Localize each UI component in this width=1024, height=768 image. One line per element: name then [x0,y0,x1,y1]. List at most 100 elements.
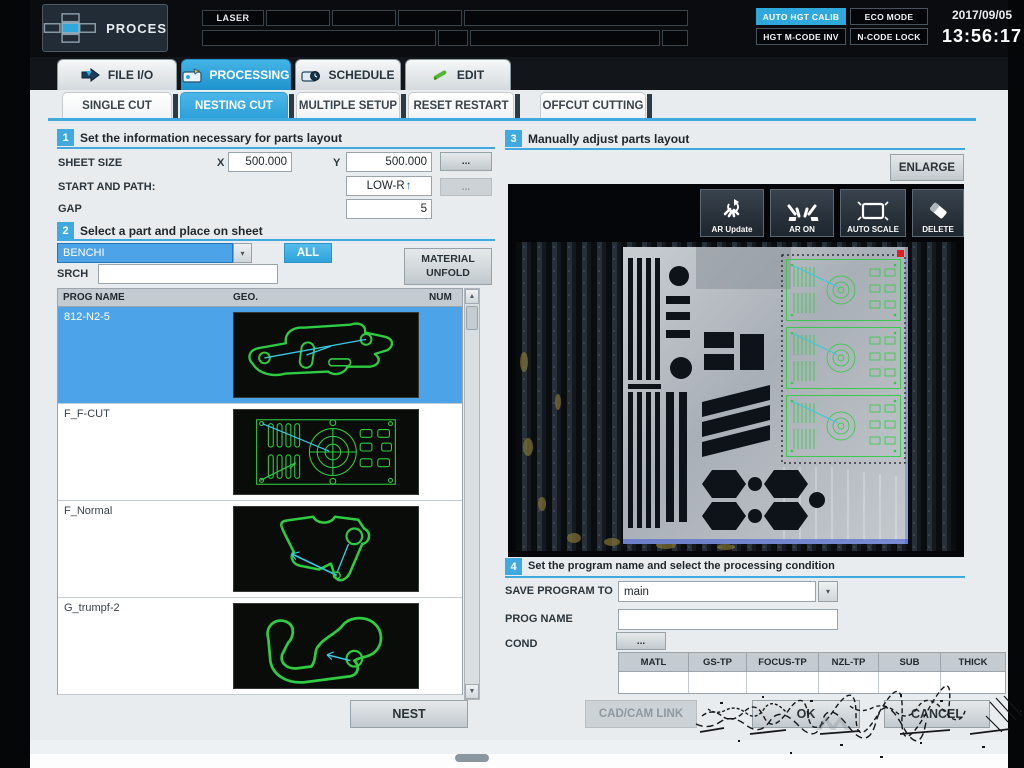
save-program-combobox[interactable]: main [618,581,816,602]
part-num [424,404,462,500]
table-row[interactable]: F_Normal [58,501,462,598]
prog-name-input[interactable] [618,609,838,630]
app-logo: PROCES [42,4,168,52]
geo-cell [228,307,424,403]
status-cell [662,30,688,46]
bottom-handle [455,754,489,762]
part-num [424,598,462,694]
status-cell [202,30,436,46]
delete-button[interactable]: DELETE [912,189,964,237]
status-cell [332,10,396,26]
subtab-multiple-setup[interactable]: MULTIPLE SETUP [296,92,400,119]
table-row[interactable]: G_trumpf-2 [58,598,462,695]
section2-underline [57,239,495,241]
tab-file-io[interactable]: FILE I/O [57,59,177,90]
part-name: F_F-CUT [58,404,228,500]
sheet-size-browse-button[interactable]: ... [440,152,492,171]
ar-update-icon [717,198,747,224]
status-cell [438,30,468,46]
tab-schedule[interactable]: SCHEDULE [295,59,401,90]
start-path-value-box[interactable]: LOW-R ↑ [346,176,432,196]
ar-update-button[interactable]: AR Update [700,189,764,237]
status-cell [464,10,688,26]
prog-name-field-wrap [618,609,838,630]
ar-on-icon [785,200,819,224]
part-name: G_trumpf-2 [58,598,228,694]
tab-label: SCHEDULE [328,68,394,82]
ar-on-button[interactable]: AR ON [770,189,834,237]
time-display: 13:56:17 [932,26,1024,47]
col-thick: THICK [941,653,1005,671]
gap-label: GAP [58,203,82,215]
subtab-nesting-cut[interactable]: NESTING CUT [180,92,288,119]
tab-edit[interactable]: EDIT [405,59,511,90]
part-preview-f-f-cut [233,409,419,495]
col-num: NUM [424,289,462,306]
toolbar-label: AUTO SCALE [847,225,899,234]
nest-button[interactable]: NEST [350,700,468,728]
part-folder-combobox[interactable]: BENCHI [57,243,233,263]
sheet-x-input[interactable] [228,152,292,172]
sheet-camera-image [508,184,964,557]
eraser-icon [925,198,951,224]
scroll-thumb[interactable] [466,306,478,330]
cadcam-link-button[interactable]: CAD/CAM LINK [585,700,697,728]
start-path-browse-button[interactable]: ... [440,178,492,196]
auto-hgt-calib-button[interactable]: AUTO HGT CALIB [756,8,846,25]
tab-label: EDIT [457,68,484,82]
part-preview-812-n2-5 [233,312,419,398]
col-nzl-tp: NZL-TP [819,653,879,671]
cancel-button[interactable]: CANCEL [884,700,990,728]
srch-label: SRCH [57,268,88,280]
section1-underline [57,147,495,149]
status-cell [398,10,462,26]
scroll-up-button[interactable]: ▲ [465,289,479,304]
scroll-down-button[interactable]: ▼ [465,684,479,699]
part-folder-dropdown-button[interactable]: ▾ [233,243,252,263]
all-button[interactable]: ALL [284,243,332,263]
tab-label: FILE I/O [108,68,153,82]
camera-view[interactable] [508,184,964,557]
table-row[interactable]: F_F-CUT [58,404,462,501]
enlarge-button[interactable]: ENLARGE [890,154,964,181]
main-tabbar: FILE I/O PROCESSING SCHEDULE EDIT [30,57,1008,90]
material-unfold-line2: UNFOLD [426,267,470,280]
part-name: 812-N2-5 [58,307,228,403]
tab-processing[interactable]: PROCESSING [181,59,291,90]
start-path-value: LOW-R [367,180,405,192]
subtab-offcut-cutting[interactable]: OFFCUT CUTTING [540,92,646,119]
save-program-dropdown-button[interactable]: ▾ [818,581,838,602]
right-bezel [1008,0,1024,768]
cond-browse-button[interactable]: ... [616,632,666,650]
toolbar-label: AR Update [712,225,753,234]
parts-table-scrollbar[interactable]: ▲ ▼ [464,288,480,700]
chevron-down-icon: ▾ [826,587,830,596]
subtab-reset-restart[interactable]: RESET RESTART [408,92,514,119]
parts-table-header: PROG NAME GEO. NUM [58,289,462,307]
schedule-icon [301,68,321,83]
section1-number: 1 [57,129,74,146]
auto-scale-button[interactable]: AUTO SCALE [840,189,906,237]
hgt-mcode-inv-button[interactable]: HGT M-CODE INV [756,28,846,45]
eco-mode-button[interactable]: ECO MODE [850,8,928,25]
file-io-icon [81,68,101,82]
srch-field-wrap [98,264,278,284]
auto-scale-icon [856,198,890,224]
sheet-y-input[interactable] [346,152,432,172]
col-sub: SUB [879,653,941,671]
gap-field-wrap [346,199,432,219]
subtab-separator [173,94,178,118]
srch-input[interactable] [98,264,278,284]
ncode-lock-button[interactable]: N-CODE LOCK [850,28,928,45]
gap-input[interactable] [346,199,432,219]
prog-name-label: PROG NAME [505,613,573,625]
subtab-single-cut[interactable]: SINGLE CUT [62,92,172,119]
sheet-y-field-wrap [346,152,432,172]
ok-button[interactable]: OK [752,700,860,728]
tab-label: PROCESSING [209,68,289,82]
section4-number: 4 [505,558,522,575]
table-row[interactable]: 812-N2-5 [58,307,462,404]
x-label: X [217,157,224,169]
material-unfold-button[interactable]: MATERIAL UNFOLD [404,248,492,285]
part-name: F_Normal [58,501,228,597]
